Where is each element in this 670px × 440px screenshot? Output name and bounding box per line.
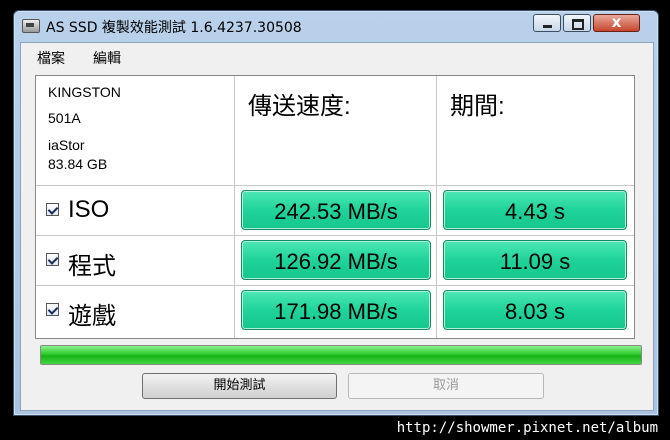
title-bar[interactable]: AS SSD 複製效能測試 1.6.4237.30508 x — [14, 11, 658, 41]
progress-fill — [41, 346, 641, 364]
row-label-iso: ISO — [68, 196, 110, 223]
drive-model: KINGSTON — [48, 84, 121, 100]
results-grid: KINGSTON 501A iaStor 83.84 GB 傳送速度: 期間: … — [35, 75, 635, 339]
cancel-button[interactable]: 取消 — [348, 373, 544, 399]
header-speed: 傳送速度: — [248, 93, 351, 120]
close-icon: x — [611, 13, 622, 31]
program-speed-result: 126.92 MB/s — [241, 240, 431, 280]
program-duration-value: 11.09 s — [499, 249, 571, 274]
maximize-button[interactable] — [563, 14, 591, 32]
grid-divider — [436, 76, 437, 338]
iso-duration-value: 4.43 s — [505, 199, 565, 224]
game-duration-result: 8.03 s — [443, 290, 627, 330]
game-speed-result: 171.98 MB/s — [241, 290, 431, 330]
header-duration: 期間: — [450, 93, 505, 120]
drive-icon — [22, 19, 40, 33]
grid-divider — [234, 76, 235, 338]
drive-driver: iaStor — [48, 137, 85, 153]
row-label-game: 遊戲 — [68, 303, 116, 330]
iso-checkbox[interactable] — [46, 203, 59, 216]
menu-file[interactable]: 檔案 — [37, 48, 65, 68]
program-speed-value: 126.92 MB/s — [274, 249, 398, 274]
drive-size: 83.84 GB — [48, 156, 108, 172]
watermark-text: http://showmer.pixnet.net/album — [396, 420, 658, 436]
app-window: AS SSD 複製效能測試 1.6.4237.30508 x 檔案 編輯 KIN… — [13, 10, 659, 416]
close-button[interactable]: x — [593, 13, 640, 32]
game-duration-value: 8.03 s — [505, 299, 565, 324]
grid-divider — [36, 185, 634, 186]
menu-bar: 檔案 編輯 — [21, 43, 653, 67]
window-title: AS SSD 複製效能測試 1.6.4237.30508 — [46, 20, 302, 36]
minimize-button[interactable] — [533, 14, 561, 32]
drive-firmware: 501A — [48, 110, 81, 126]
iso-duration-result: 4.43 s — [443, 190, 627, 230]
game-speed-value: 171.98 MB/s — [274, 299, 398, 324]
client-area: 檔案 編輯 KINGSTON 501A iaStor 83.84 GB 傳送速度… — [20, 42, 654, 411]
grid-divider — [36, 285, 634, 286]
grid-divider — [36, 235, 634, 236]
row-label-program: 程式 — [68, 253, 116, 280]
iso-speed-value: 242.53 MB/s — [274, 199, 398, 224]
program-duration-result: 11.09 s — [443, 240, 627, 280]
progress-bar — [40, 345, 642, 365]
start-test-button[interactable]: 開始測試 — [142, 373, 337, 399]
menu-edit[interactable]: 編輯 — [93, 48, 121, 68]
iso-speed-result: 242.53 MB/s — [241, 190, 431, 230]
program-checkbox[interactable] — [46, 253, 59, 266]
game-checkbox[interactable] — [46, 303, 59, 316]
